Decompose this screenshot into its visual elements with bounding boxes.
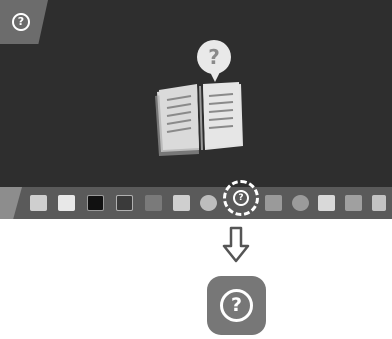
lock-app-icon[interactable] [372, 195, 386, 211]
taskbar [0, 187, 392, 219]
help-illustration: ? [145, 40, 255, 160]
open-book-icon [155, 82, 243, 156]
tv-input-app-icon[interactable] [87, 195, 104, 211]
trash-app-icon[interactable] [345, 195, 362, 211]
gallery-app-icon[interactable] [30, 195, 47, 211]
refresh-app-icon[interactable] [292, 195, 309, 211]
connect-app-icon[interactable] [58, 195, 75, 211]
corner-help-tile[interactable]: ? [0, 0, 48, 44]
tv-screen: ? ? ? [0, 0, 392, 219]
taskbar-edge [0, 187, 22, 219]
remote-app-icon[interactable] [173, 195, 190, 211]
camera-app-icon[interactable] [116, 195, 133, 211]
help-icon[interactable]: ? [12, 13, 30, 31]
screen-capture-app-icon[interactable] [318, 195, 335, 211]
help-app-icon-enlarged: ? [207, 276, 266, 335]
share-app-icon[interactable] [265, 195, 282, 211]
help-app-icon[interactable]: ? [233, 190, 249, 206]
help-icon: ? [220, 289, 253, 322]
cube-app-icon[interactable] [200, 195, 217, 211]
media-app-icon[interactable] [145, 195, 162, 211]
down-arrow-icon [222, 226, 250, 263]
